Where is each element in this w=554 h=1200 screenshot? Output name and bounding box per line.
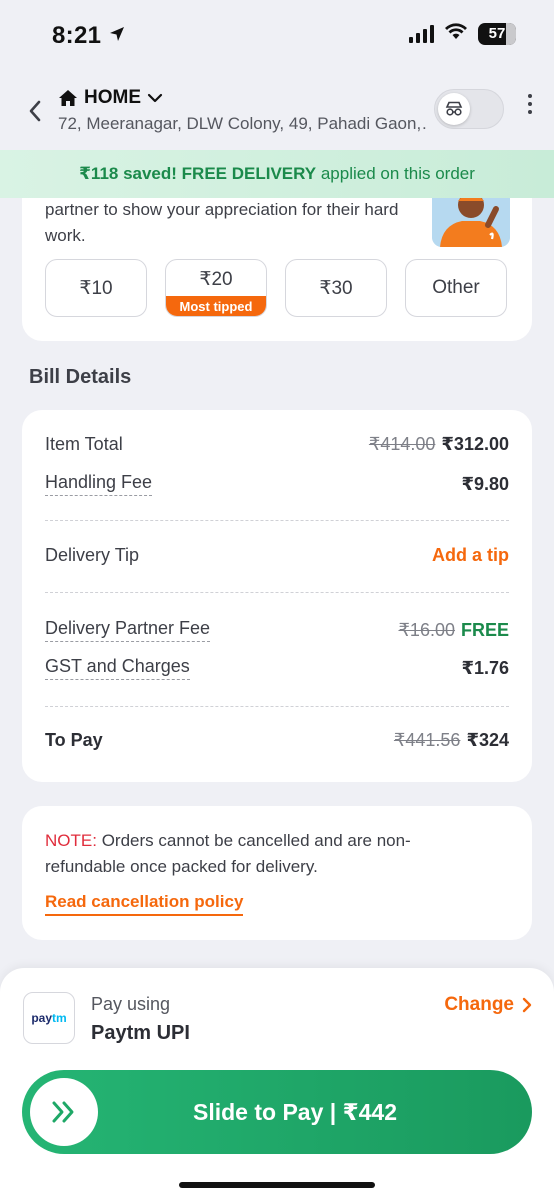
cancellation-note-card: NOTE: Orders cannot be cancelled and are… [22,806,532,940]
item-total-label: Item Total [45,434,123,454]
slide-to-pay-label: Slide to Pay | ₹442 [193,1098,397,1125]
status-bar: 8:21 57 [0,0,554,76]
delivery-partner-fee-label[interactable]: Delivery Partner Fee [45,618,211,642]
payment-sheet: pay tm Pay using Paytm UPI Change Slide t… [0,968,554,1200]
address-title: HOME [84,87,141,108]
more-options-icon[interactable] [524,94,536,114]
note-body: Orders cannot be cancelled and are non-r… [45,831,411,876]
change-payment-button[interactable]: Change [444,994,532,1016]
status-time: 8:21 [52,22,102,49]
slide-handle[interactable] [30,1078,98,1146]
wifi-icon [444,22,468,45]
handling-fee-label[interactable]: Handling Fee [45,472,153,496]
address-header: HOME 72, Meeranagar, DLW Colony, 49, Pah… [0,76,554,150]
handling-fee-row: Handling Fee ₹9.80 [45,472,509,496]
gst-row: GST and Charges ₹1.76 [45,656,509,680]
savings-amount-overlay: ₹118 saved! FREE DELIVERY [79,164,317,183]
location-arrow-icon [108,25,126,48]
tip-description: partner to show your appreciation for th… [45,200,399,245]
to-pay-row: To Pay ₹441.56 ₹324 [45,730,509,751]
cancellation-policy-link[interactable]: Read cancellation policy [45,892,244,916]
tip-options: ₹10 ₹20 Most tipped ₹30 Other [45,259,507,317]
paytm-logo: pay tm [23,992,75,1044]
bill-details-card: Item Total ₹414.00 ₹312.00 Handling Fee … [22,410,532,782]
payment-method-name: Paytm UPI [91,1022,190,1044]
delivery-partner-fee-row: Delivery Partner Fee ₹16.00 FREE [45,618,509,642]
pay-using-label: Pay using [91,994,171,1014]
battery-level: 57 [488,25,506,42]
savings-banner-overlay: ₹118 saved! FREE DELIVERY applied on thi… [0,150,554,198]
most-tipped-badge: Most tipped [166,296,266,316]
gst-label[interactable]: GST and Charges [45,656,190,680]
divider [45,592,509,593]
chevron-right-icon [522,997,532,1013]
chevron-down-icon [147,93,163,103]
back-button[interactable] [20,96,50,126]
to-pay-value: ₹324 [466,730,509,750]
note-label: NOTE: [45,831,97,850]
delivery-tip-row: Delivery Tip Add a tip [45,545,509,566]
change-label: Change [444,994,514,1015]
handling-fee-value: ₹9.80 [461,473,509,494]
incognito-toggle[interactable] [434,89,504,129]
incognito-icon [438,93,470,125]
divider [45,520,509,521]
tip-option-label: Other [432,277,480,298]
delivery-partner-fee-value: FREE [460,619,509,640]
battery-icon: 57 [478,22,516,45]
tip-option-20[interactable]: ₹20 Most tipped [165,259,267,317]
divider [45,706,509,707]
status-icons: 57 [409,22,516,45]
item-total-original: ₹414.00 [368,434,436,454]
cellular-signal-icon [409,24,434,43]
tip-option-label: ₹20 [199,269,233,290]
gst-value: ₹1.76 [461,657,509,678]
tip-option-30[interactable]: ₹30 [285,259,387,317]
savings-suffix-overlay: applied on this order [320,164,475,183]
tip-option-label: ₹30 [319,277,353,299]
item-total-row: Item Total ₹414.00 ₹312.00 [45,434,509,455]
delivery-partner-fee-original: ₹16.00 [398,619,455,640]
bill-details-title: Bill Details [29,366,132,388]
add-tip-link[interactable]: Add a tip [432,545,509,566]
item-total-value: ₹312.00 [441,434,509,454]
delivery-tip-card: partner to show your appreciation for th… [22,175,532,341]
address-selector[interactable]: HOME [58,87,163,109]
slide-to-pay-button[interactable]: Slide to Pay | ₹442 [22,1070,532,1154]
delivery-tip-label: Delivery Tip [45,545,140,565]
to-pay-original: ₹441.56 [393,730,461,750]
tip-option-label: ₹10 [79,277,113,299]
note-text-block: NOTE: Orders cannot be cancelled and are… [45,828,485,880]
address-line[interactable]: 72, Meeranagar, DLW Colony, 49, Pahadi G… [58,114,428,134]
tip-option-10[interactable]: ₹10 [45,259,147,317]
tip-option-other[interactable]: Other [405,259,507,317]
paytm-logo-tm: tm [52,1011,67,1025]
chevron-left-icon [29,100,41,122]
home-icon [59,90,77,106]
to-pay-label: To Pay [45,730,103,750]
home-indicator [179,1182,375,1188]
paytm-logo-pay: pay [31,1011,52,1025]
double-chevron-right-icon [52,1101,74,1123]
